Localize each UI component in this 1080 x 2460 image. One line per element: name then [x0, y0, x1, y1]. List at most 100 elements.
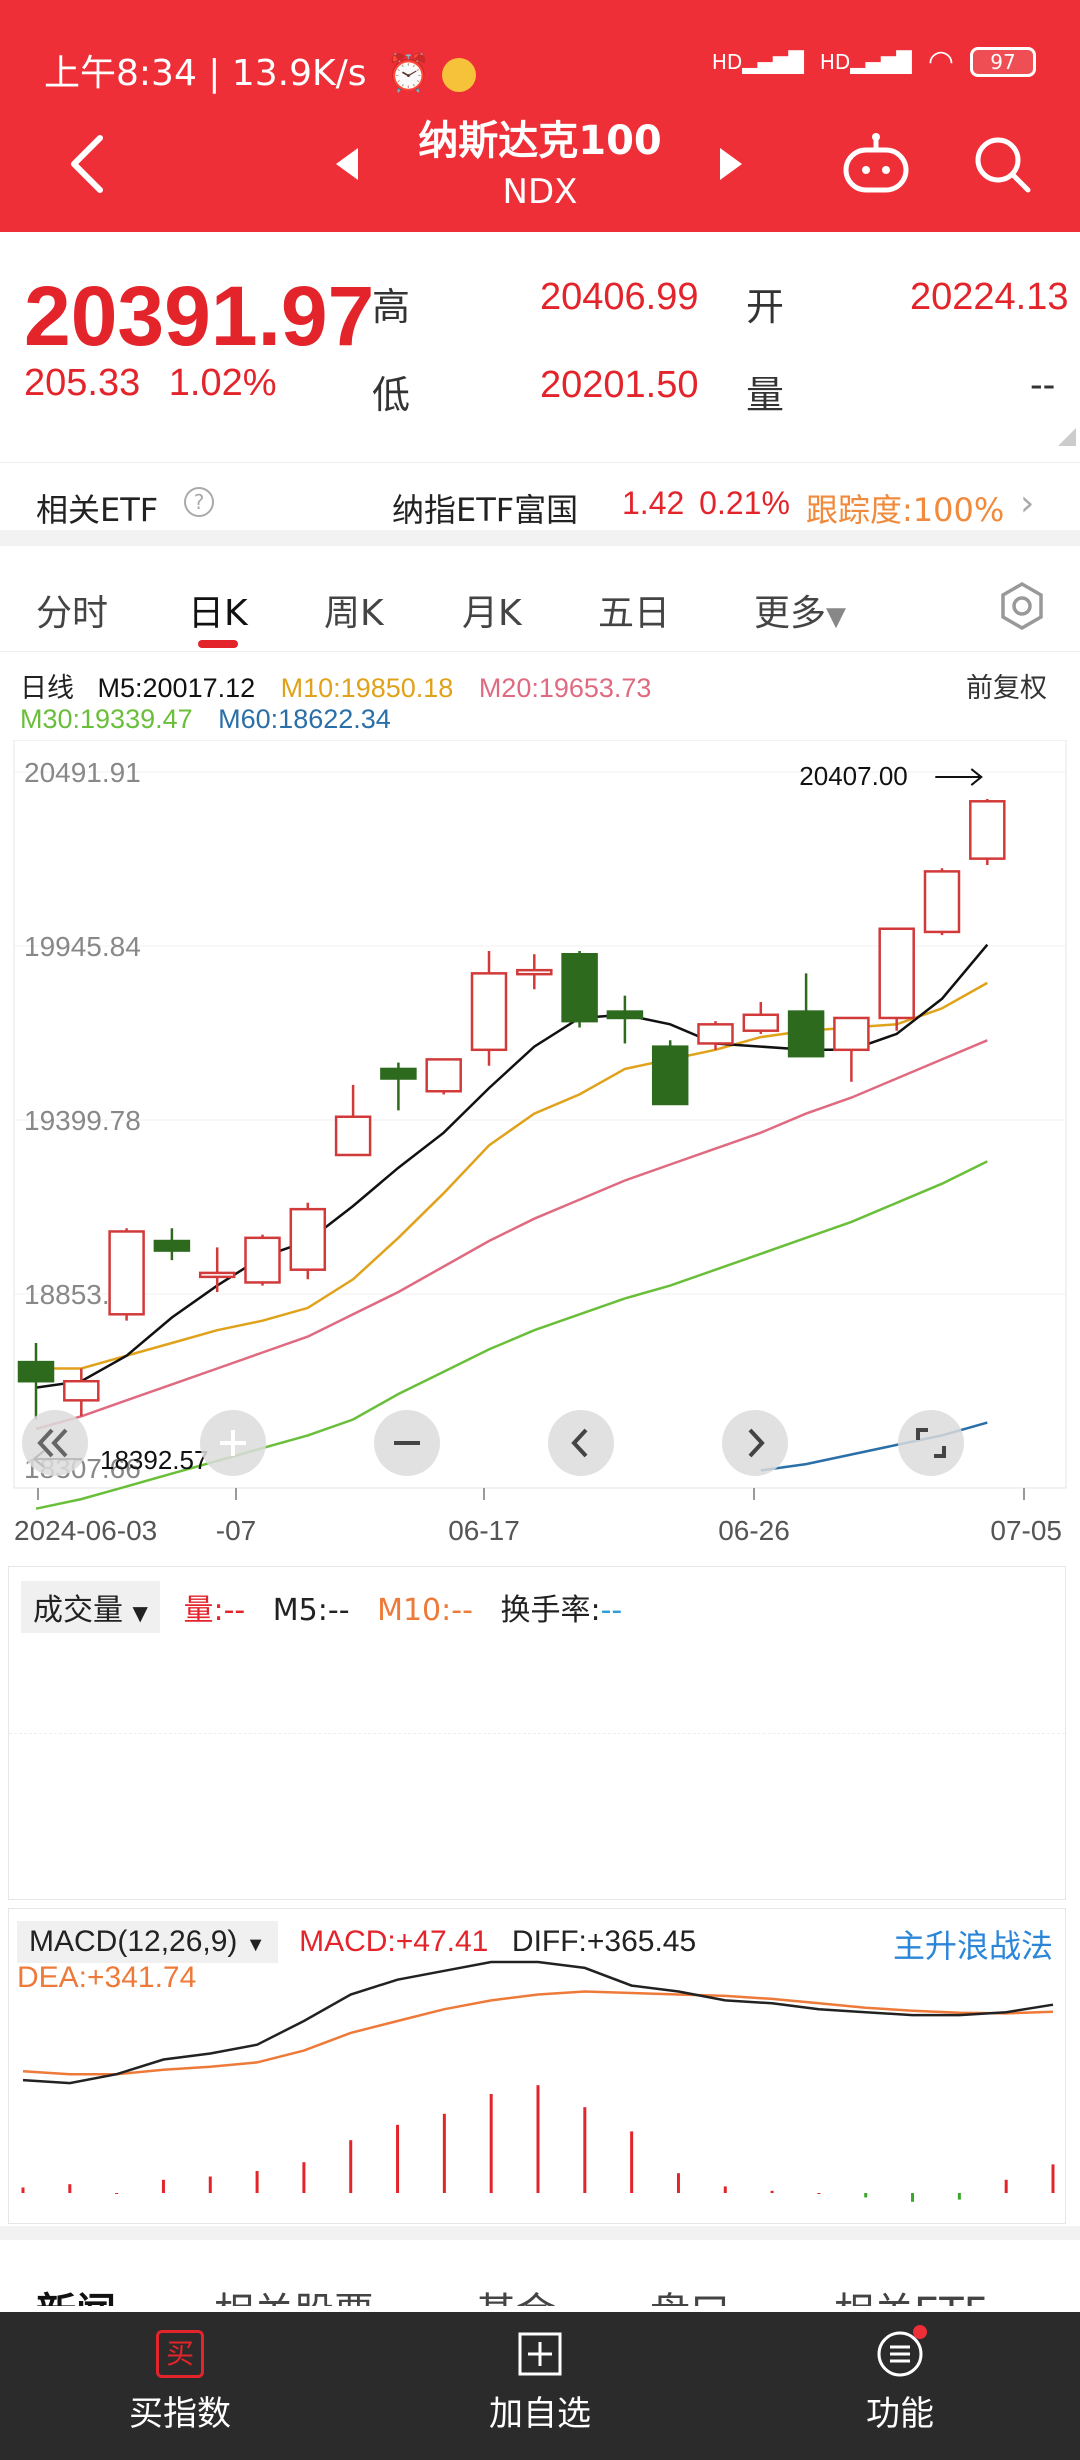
signal2-icon: HD▂▄▆█: [819, 49, 912, 74]
next-index-icon[interactable]: [720, 148, 742, 180]
y-axis-label: 20491.91: [24, 757, 141, 788]
candle-body: [923, 870, 961, 934]
candle-body: [153, 1239, 191, 1252]
macd-bar: [255, 2171, 259, 2193]
buy-index-button[interactable]: 买 买指数: [80, 2330, 280, 2435]
change-value: 205.33: [24, 362, 141, 404]
macd-bar: [536, 2085, 540, 2193]
macd-bar: [723, 2186, 727, 2193]
functions-label: 功能: [866, 2394, 934, 2434]
macd-bar: [208, 2176, 212, 2193]
etf-tracking: 跟踪度:100%: [806, 491, 1005, 529]
candle-body: [470, 972, 508, 1052]
tab-order-book[interactable]: 盘口: [650, 2280, 730, 2306]
etf-price: 1.42: [622, 485, 685, 521]
macd-bar: [161, 2179, 165, 2193]
candle-body: [516, 968, 553, 976]
tab-weekly-k[interactable]: 周K: [324, 584, 384, 636]
macd-value: MACD:+47.41: [299, 1925, 489, 1958]
high-value: 20406.99: [540, 276, 699, 318]
alarm-icon: ⏰: [385, 53, 431, 94]
back-double-icon[interactable]: [22, 1410, 88, 1476]
add-watchlist-label: 加自选: [489, 2394, 591, 2434]
candle-body: [289, 1207, 327, 1271]
candle-body: [969, 800, 1006, 860]
candle-body: [561, 952, 598, 1023]
bottom-action-bar: 买 买指数 加自选 功能: [0, 2312, 1080, 2460]
macd-bar: [676, 2173, 680, 2193]
strategy-link[interactable]: 主升浪战法: [893, 1921, 1053, 1967]
pan-left-icon[interactable]: [548, 1410, 614, 1476]
expand-corner-icon[interactable]: [1058, 428, 1076, 446]
help-icon[interactable]: ?: [184, 487, 214, 517]
candle-body: [198, 1271, 236, 1279]
zoom-in-icon[interactable]: [200, 1410, 266, 1476]
turnover-value: --: [600, 1593, 623, 1628]
macd-selector[interactable]: MACD(12,26,9) ▼: [17, 1921, 278, 1963]
signal-icon: HD▂▄▆█: [711, 49, 804, 74]
macd-bar: [396, 2124, 400, 2193]
etf-quote: 1.42 0.21%: [622, 485, 790, 522]
fullscreen-icon[interactable]: [898, 1410, 964, 1476]
volume-legend: 成交量 ▼ 量:-- M5:-- M10:-- 换手率:--: [21, 1581, 622, 1633]
chart-frame: [13, 740, 1067, 1489]
back-icon[interactable]: [64, 132, 112, 196]
tab-related-etf[interactable]: 相关ETF: [834, 2280, 987, 2306]
turnover-label: 换手率:: [500, 1593, 601, 1628]
ma10-value: M10:19850.18: [280, 673, 454, 703]
etf-name: 纳指ETF富国: [392, 491, 579, 529]
tab-monthly-k[interactable]: 月K: [462, 584, 522, 636]
candle-body: [833, 1016, 870, 1052]
ma60-value: M60:18622.34: [218, 704, 391, 734]
ma5-value: M5:20017.12: [97, 673, 256, 703]
dropdown-arrow-icon: ▼: [132, 1601, 148, 1625]
buy-icon: 买: [156, 2330, 204, 2378]
x-axis-label: 06-17: [448, 1515, 520, 1546]
macd-bar: [1004, 2179, 1008, 2193]
macd-bar: [489, 2094, 493, 2193]
candle-body: [108, 1230, 145, 1316]
macd-bar: [911, 2193, 915, 2202]
tab-related-stocks[interactable]: 相关股票: [214, 2280, 374, 2306]
x-axis-label: 07-05: [990, 1515, 1062, 1546]
chart-settings-icon[interactable]: [996, 580, 1048, 632]
candle-body: [244, 1236, 281, 1284]
macd-bar: [583, 2107, 587, 2193]
search-icon[interactable]: [970, 132, 1034, 196]
macd-bar: [1051, 2164, 1055, 2193]
candle-body: [697, 1023, 734, 1045]
candle-body: [334, 1115, 372, 1157]
quote-panel: 20391.97 205.33 1.02% 高 20406.99 开 20224…: [0, 232, 1080, 462]
zoom-out-icon[interactable]: [374, 1410, 440, 1476]
macd-bar: [817, 2193, 821, 2194]
functions-button[interactable]: 功能: [800, 2325, 1000, 2435]
adjust-mode[interactable]: 前复权: [966, 666, 1047, 705]
ma-legend-row-1: 日线 M5:20017.12 M10:19850.18 M20:19653.73: [20, 666, 651, 705]
macd-bar: [21, 2187, 25, 2193]
volume-selector[interactable]: 成交量 ▼: [21, 1581, 160, 1633]
tab-intraday[interactable]: 分时: [36, 584, 108, 636]
macd-bar: [302, 2162, 306, 2193]
volume-label: 量: [746, 373, 785, 417]
change-percent: 1.02%: [168, 362, 277, 404]
low-label: 低: [372, 373, 411, 417]
tab-more-label: 更多: [754, 593, 827, 634]
tab-five-day[interactable]: 五日: [598, 584, 670, 636]
tab-more[interactable]: 更多▼: [754, 584, 846, 636]
high-label: 高: [372, 285, 411, 329]
tab-news[interactable]: 新闻: [36, 2280, 116, 2306]
robot-assistant-icon[interactable]: [840, 132, 912, 196]
chevron-right-icon[interactable]: ›: [1020, 483, 1034, 524]
related-etf-bar[interactable]: 相关ETF ? 纳指ETF富国 1.42 0.21% 跟踪度:100% ›: [0, 462, 1080, 546]
pan-right-icon[interactable]: [722, 1410, 788, 1476]
tab-funds[interactable]: 基金: [476, 2280, 556, 2306]
tab-daily-k[interactable]: 日K: [188, 584, 248, 636]
news-tabs: 新闻 相关股票 基金 盘口 相关ETF: [0, 2226, 1080, 2306]
macd-bar: [68, 2184, 72, 2193]
add-watchlist-button[interactable]: 加自选: [440, 2330, 640, 2435]
x-axis-label: 2024-06-03: [14, 1515, 157, 1546]
wifi-icon: ◠: [927, 44, 954, 79]
y-axis-label: 19945.84: [24, 931, 141, 962]
chart-period-tabs: 分时 日K 周K 月K 五日 更多▼: [0, 562, 1080, 652]
x-axis-label: 06-26: [718, 1515, 790, 1546]
